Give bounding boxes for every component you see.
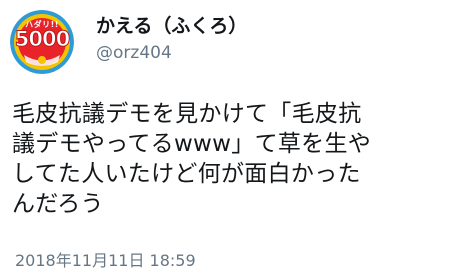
author-display-name[interactable]: かえる（ふくろ） (96, 11, 247, 38)
tweet-timestamp[interactable]: 2018年11月11日 18:59 (15, 247, 196, 271)
avatar-badge-icon (10, 10, 74, 74)
tweet-card: ハダリ!! 5000 かえる（ふくろ） @orz404 毛皮抗議デモを見かけて「… (0, 0, 454, 278)
author-avatar[interactable]: ハダリ!! 5000 (10, 10, 74, 74)
tweet-text: 毛皮抗議デモを見かけて「毛皮抗 議デモやってるwww」て草を生や してた人いたけ… (12, 101, 372, 217)
author-handle[interactable]: @orz404 (96, 43, 172, 63)
